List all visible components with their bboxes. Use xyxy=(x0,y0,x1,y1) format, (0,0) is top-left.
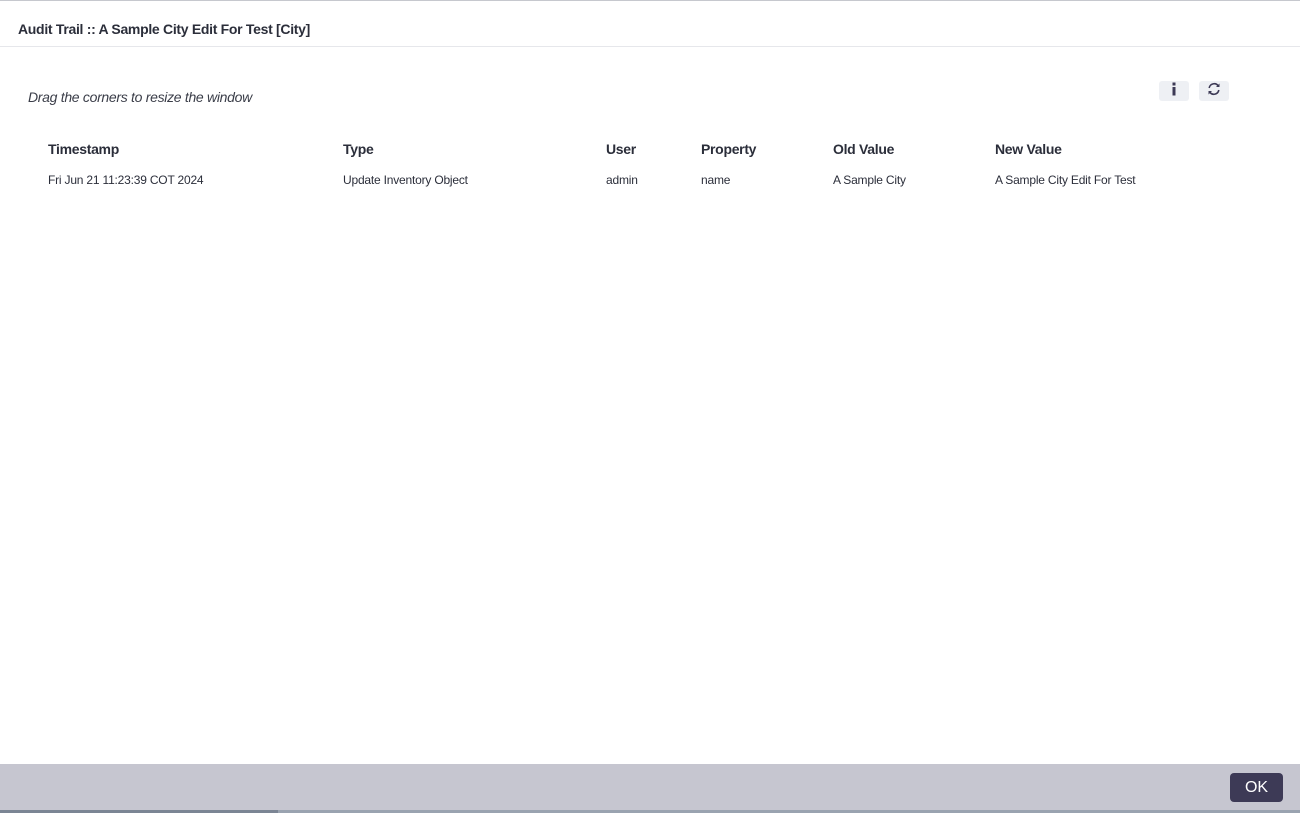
cell-property: name xyxy=(701,173,731,187)
cell-old-value: A Sample City xyxy=(833,173,906,187)
cell-new-value: A Sample City Edit For Test xyxy=(995,173,1136,187)
window-title: Audit Trail :: A Sample City Edit For Te… xyxy=(18,21,311,37)
dialog-footer: OK xyxy=(0,764,1300,813)
column-header-old-value[interactable]: Old Value xyxy=(833,141,894,157)
cell-user: admin xyxy=(606,173,638,187)
column-header-new-value[interactable]: New Value xyxy=(995,141,1062,157)
column-header-user[interactable]: User xyxy=(606,141,636,157)
column-header-timestamp[interactable]: Timestamp xyxy=(48,141,119,157)
refresh-icon xyxy=(1207,82,1221,101)
info-button[interactable] xyxy=(1159,81,1189,101)
column-header-type[interactable]: Type xyxy=(343,141,374,157)
info-icon xyxy=(1169,82,1179,101)
ok-button[interactable]: OK xyxy=(1230,773,1283,802)
window-titlebar[interactable]: Audit Trail :: A Sample City Edit For Te… xyxy=(0,1,1300,47)
column-header-property[interactable]: Property xyxy=(701,141,756,157)
cell-timestamp: Fri Jun 21 11:23:39 COT 2024 xyxy=(48,173,204,187)
refresh-button[interactable] xyxy=(1199,81,1229,101)
resize-hint: Drag the corners to resize the window xyxy=(28,89,252,105)
cell-type: Update Inventory Object xyxy=(343,173,468,187)
